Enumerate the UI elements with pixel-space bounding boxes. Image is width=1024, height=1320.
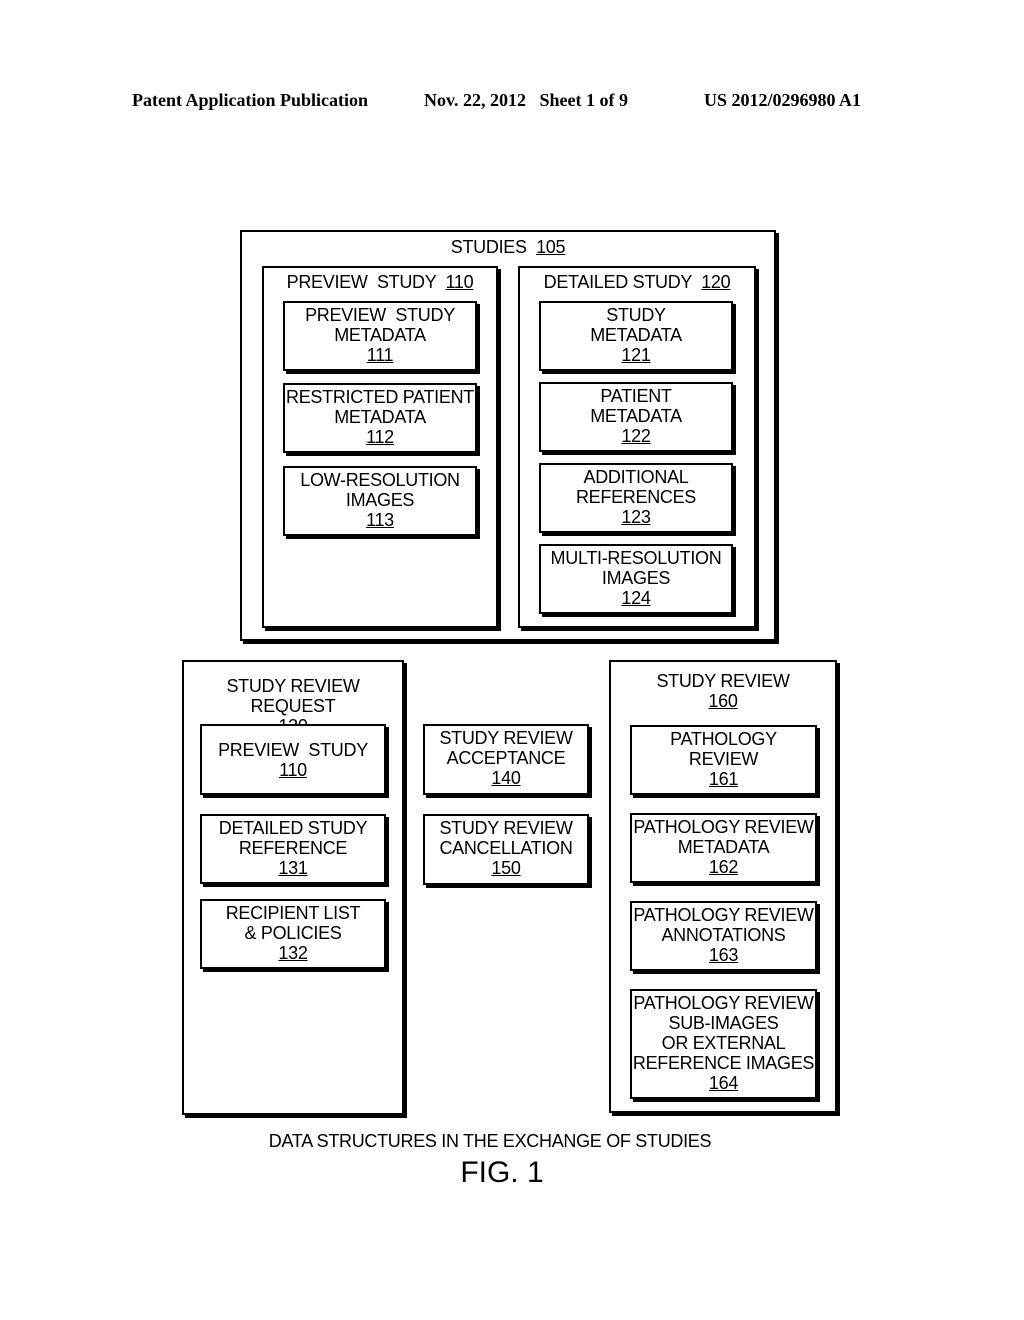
studies-box: STUDIES 105 PREVIEW STUDY 110 PREVIEW ST… bbox=[240, 230, 776, 641]
publication-label: Patent Application Publication bbox=[132, 90, 369, 110]
figure-label: FIG. 1 bbox=[460, 1156, 544, 1189]
studies-title: STUDIES 105 bbox=[450, 237, 566, 257]
detailed-study-reference-box: DETAILED STUDY REFERENCE 131 bbox=[200, 814, 386, 884]
study-review-title: STUDY REVIEW 160 bbox=[656, 671, 790, 711]
detailed-study-box: DETAILED STUDY 120 STUDY METADATA 121 PATI… bbox=[518, 266, 756, 628]
study-metadata-box: STUDY METADATA 121 bbox=[539, 301, 733, 371]
pathology-review-box: PATHOLOGY REVIEW 161 bbox=[630, 725, 817, 795]
preview-study-ref-box: PREVIEW STUDY 110 bbox=[200, 724, 386, 795]
detailed-study-title: DETAILED STUDY 120 bbox=[543, 272, 731, 292]
study-review-request-box: STUDY REVIEW REQUEST130 PREVIEW STUDY110… bbox=[182, 660, 404, 1115]
figure-caption: DATA STRUCTURES IN THE EXCHANGE OF STUDI… bbox=[268, 1131, 712, 1151]
patent-number: US 2012/0296980 A1 bbox=[704, 90, 862, 110]
multi-resolution-images-box: MULTI-RESOLUTION IMAGES 124 bbox=[539, 544, 733, 614]
study-review-box: STUDY REVIEW 160 PATHOLOGY REVIEW 161 PATHO… bbox=[609, 660, 837, 1113]
pathology-review-metadata-box: PATHOLOGY REVIEW METADATA 162 bbox=[630, 813, 817, 883]
date-sheet-label: Nov. 22, 2012 Sheet 1 of 9 bbox=[424, 90, 628, 110]
patient-metadata-box: PATIENT METADATA 122 bbox=[539, 382, 733, 452]
pathology-review-annotations-box: PATHOLOGY REVIEW ANNOTATIONS 163 bbox=[630, 901, 817, 971]
recipient-list-policies-box: RECIPIENT LIST & POLICIES 132 bbox=[200, 899, 386, 969]
preview-study-metadata-box: PREVIEW STUDY METADATA 111 bbox=[283, 301, 477, 371]
restricted-patient-metadata-box: RESTRICTED PATIENT METADATA 112 bbox=[283, 383, 477, 453]
additional-references-box: ADDITIONAL REFERENCES 123 bbox=[539, 463, 733, 533]
pathology-review-sub-images-box: PATHOLOGY REVIEW SUB-IMAGES OR EXTERNAL REF… bbox=[630, 989, 817, 1099]
low-resolution-images-box: LOW-RESOLUTION IMAGES 113 bbox=[283, 466, 477, 536]
study-review-acceptance-box: STUDY REVIEW ACCEPTANCE 140 bbox=[423, 724, 589, 795]
preview-study-box: PREVIEW STUDY 110 PREVIEW STUDY METADATA 1… bbox=[262, 266, 498, 628]
study-review-cancellation-box: STUDY REVIEW CANCELLATION 150 bbox=[423, 814, 589, 885]
preview-study-title: PREVIEW STUDY 110 bbox=[286, 272, 474, 292]
